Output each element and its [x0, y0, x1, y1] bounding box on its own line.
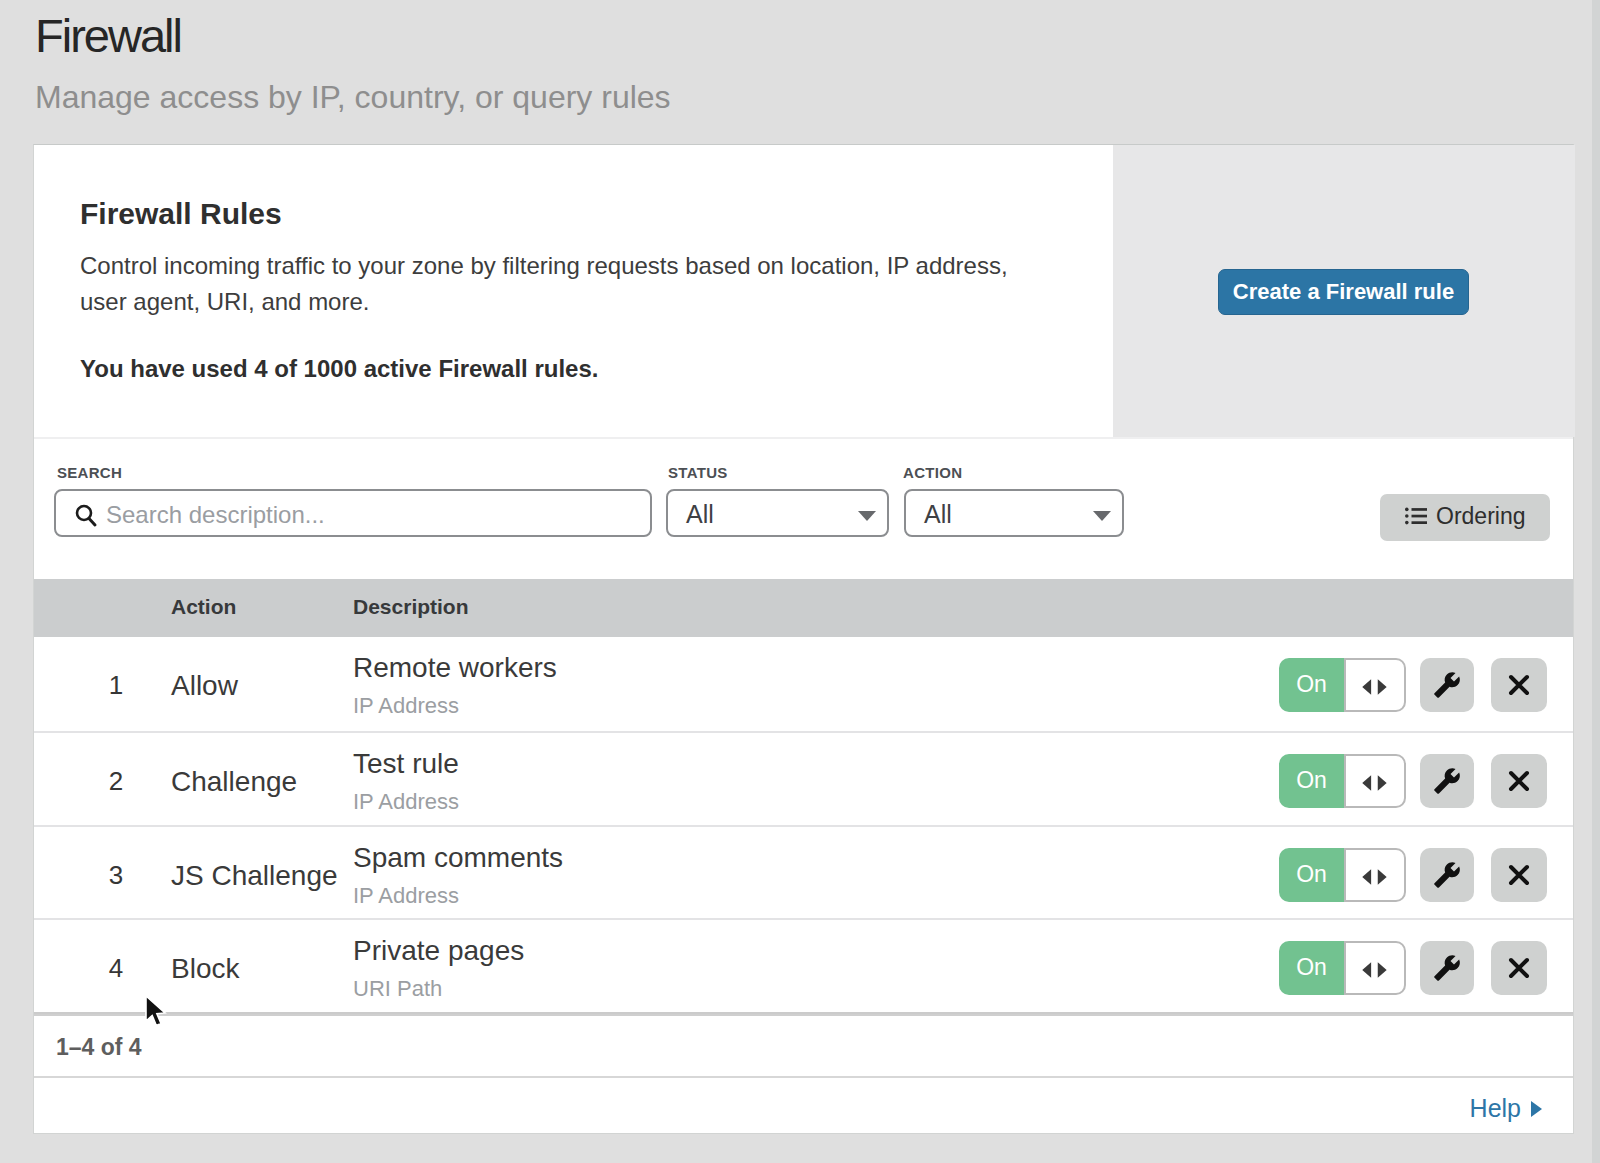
card-description-line1: Control incoming traffic to your zone by… [80, 248, 1008, 284]
help-arrow-icon [1531, 1101, 1542, 1117]
rule-action: Allow [171, 670, 238, 702]
pagination-text: 1–4 of 4 [56, 1034, 142, 1061]
toggle-arrows-icon [1362, 960, 1398, 980]
rule-priority: 4 [91, 953, 141, 984]
rule-toggle[interactable]: On [1279, 848, 1406, 902]
toggle-off-segment[interactable] [1344, 941, 1406, 995]
firewall-rules-card: Firewall Rules Control incoming traffic … [33, 144, 1574, 1134]
wrench-icon [1433, 954, 1461, 982]
page-subtitle: Manage access by IP, country, or query r… [35, 79, 671, 116]
edit-rule-button[interactable] [1420, 848, 1474, 902]
column-header-action: Action [171, 595, 236, 619]
delete-rule-button[interactable] [1491, 754, 1547, 808]
ordering-button-label: Ordering [1436, 503, 1525, 530]
x-icon [1508, 864, 1530, 886]
delete-rule-button[interactable] [1491, 941, 1547, 995]
search-icon [73, 502, 99, 528]
table-header: Action Description [34, 579, 1573, 637]
rule-description: Private pages [353, 935, 524, 967]
rule-row-1: 1 Allow Remote workers IP Address On [34, 637, 1573, 733]
rule-action: JS Challenge [171, 860, 338, 892]
mouse-cursor [144, 995, 170, 1031]
usage-note: You have used 4 of 1000 active Firewall … [80, 355, 598, 383]
rule-match-type: IP Address [353, 693, 459, 719]
edit-rule-button[interactable] [1420, 754, 1474, 808]
edit-rule-button[interactable] [1420, 941, 1474, 995]
rule-priority: 2 [91, 766, 141, 797]
x-icon [1508, 957, 1530, 979]
toggle-on-segment[interactable]: On [1279, 941, 1344, 995]
rule-priority: 3 [91, 860, 141, 891]
card-heading: Firewall Rules [80, 197, 282, 231]
action-value: All [924, 500, 952, 529]
status-label: STATUS [668, 464, 728, 481]
search-label: SEARCH [57, 464, 122, 481]
rule-row-2: 2 Challenge Test rule IP Address On [34, 733, 1573, 827]
search-placeholder: Search description... [106, 501, 325, 529]
card-description-line2: user agent, URI, and more. [80, 284, 369, 320]
wrench-icon [1433, 861, 1461, 889]
rule-description: Spam comments [353, 842, 563, 874]
ordering-button[interactable]: Ordering [1380, 494, 1550, 541]
toggle-arrows-icon [1362, 867, 1398, 887]
toggle-arrows-icon [1362, 773, 1398, 793]
column-header-description: Description [353, 595, 469, 619]
x-icon [1508, 674, 1530, 696]
rule-row-3: 3 JS Challenge Spam comments IP Address … [34, 827, 1573, 920]
delete-rule-button[interactable] [1491, 848, 1547, 902]
window-edge-strip [1592, 0, 1600, 1163]
toggle-off-segment[interactable] [1344, 754, 1406, 808]
rule-action: Block [171, 953, 239, 985]
action-dropdown-arrow-icon [1093, 511, 1111, 521]
status-dropdown-arrow-icon [858, 511, 876, 521]
rule-description: Remote workers [353, 652, 557, 684]
rule-description: Test rule [353, 748, 459, 780]
rule-row-4: 4 Block Private pages URI Path On [34, 920, 1573, 1014]
search-input[interactable]: Search description... [54, 489, 652, 537]
rule-toggle[interactable]: On [1279, 941, 1406, 995]
toggle-on-segment[interactable]: On [1279, 754, 1344, 808]
rule-toggle[interactable]: On [1279, 658, 1406, 712]
rule-toggle[interactable]: On [1279, 754, 1406, 808]
rule-priority: 1 [91, 670, 141, 701]
hero-section: Firewall Rules Control incoming traffic … [34, 145, 1573, 439]
create-firewall-rule-button[interactable]: Create a Firewall rule [1218, 269, 1469, 315]
wrench-icon [1433, 671, 1461, 699]
toggle-arrows-icon [1362, 677, 1398, 697]
page-title: Firewall [35, 8, 181, 63]
help-link[interactable]: Help [1470, 1094, 1542, 1123]
toggle-off-segment[interactable] [1344, 658, 1406, 712]
toggle-off-segment[interactable] [1344, 848, 1406, 902]
action-label: ACTION [903, 464, 962, 481]
action-select[interactable]: All [904, 489, 1124, 537]
ordering-list-icon [1405, 507, 1427, 525]
rule-match-type: IP Address [353, 883, 459, 909]
help-link-label: Help [1470, 1094, 1521, 1122]
x-icon [1508, 770, 1530, 792]
rule-match-type: IP Address [353, 789, 459, 815]
delete-rule-button[interactable] [1491, 658, 1547, 712]
toggle-on-segment[interactable]: On [1279, 848, 1344, 902]
edit-rule-button[interactable] [1420, 658, 1474, 712]
status-select[interactable]: All [666, 489, 889, 537]
status-value: All [686, 500, 714, 529]
toggle-on-segment[interactable]: On [1279, 658, 1344, 712]
rule-action: Challenge [171, 766, 297, 798]
rule-match-type: URI Path [353, 976, 442, 1002]
wrench-icon [1433, 767, 1461, 795]
pagination-row: 1–4 of 4 [34, 1014, 1573, 1076]
help-row: Help [34, 1076, 1573, 1135]
